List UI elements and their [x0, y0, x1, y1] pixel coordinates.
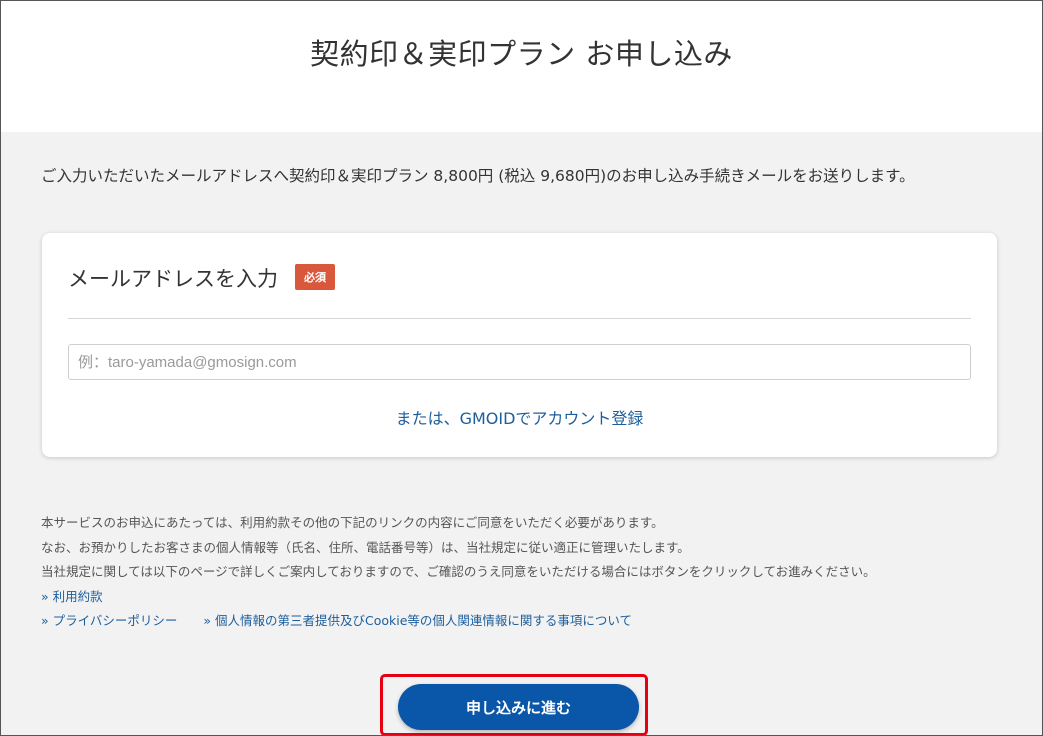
terms-of-use-link[interactable]: » 利用約款 — [41, 589, 103, 604]
page-header: 契約印＆実印プラン お申し込み — [1, 1, 1042, 132]
email-card: メールアドレスを入力 必須 または、GMOIDでアカウント登録 — [42, 233, 997, 457]
terms-section: 本サービスのお申込にあたっては、利用約款その他の下記のリンクの内容にご同意をいた… — [41, 511, 876, 634]
personal-info-cookie-link[interactable]: » 個人情報の第三者提供及びCookie等の個人関連情報に関する事項について — [203, 613, 632, 628]
page-title: 契約印＆実印プラン お申し込み — [310, 37, 733, 71]
page-frame: 契約印＆実印プラン お申し込み ご入力いただいたメールアドレスへ契約印＆実印プラ… — [0, 0, 1043, 736]
terms-line: なお、お預かりしたお客さまの個人情報等（氏名、住所、電話番号等）は、当社規定に従… — [41, 539, 690, 555]
email-card-title: メールアドレスを入力 — [68, 267, 278, 291]
gmoid-register-link[interactable]: または、GMOIDでアカウント登録 — [42, 405, 997, 429]
terms-line: 本サービスのお申込にあたっては、利用約款その他の下記のリンクの内容にご同意をいた… — [41, 515, 664, 530]
required-badge: 必須 — [295, 264, 335, 290]
intro-text: ご入力いただいたメールアドレスへ契約印＆実印プラン 8,800円 (税込 9,6… — [41, 167, 915, 185]
privacy-policy-link[interactable]: » プライバシーポリシー — [41, 613, 177, 628]
submit-button[interactable]: 申し込みに進む — [398, 684, 639, 730]
terms-links-row-1: » 利用約款 — [41, 585, 876, 610]
terms-line: 当社規定に関しては以下のページで詳しくご案内しておりますので、ご確認のうえ同意を… — [41, 564, 876, 579]
card-divider — [68, 318, 971, 319]
terms-links-row-2: » プライバシーポリシー » 個人情報の第三者提供及びCookie等の個人関連情… — [41, 609, 876, 634]
email-input[interactable] — [68, 344, 971, 380]
